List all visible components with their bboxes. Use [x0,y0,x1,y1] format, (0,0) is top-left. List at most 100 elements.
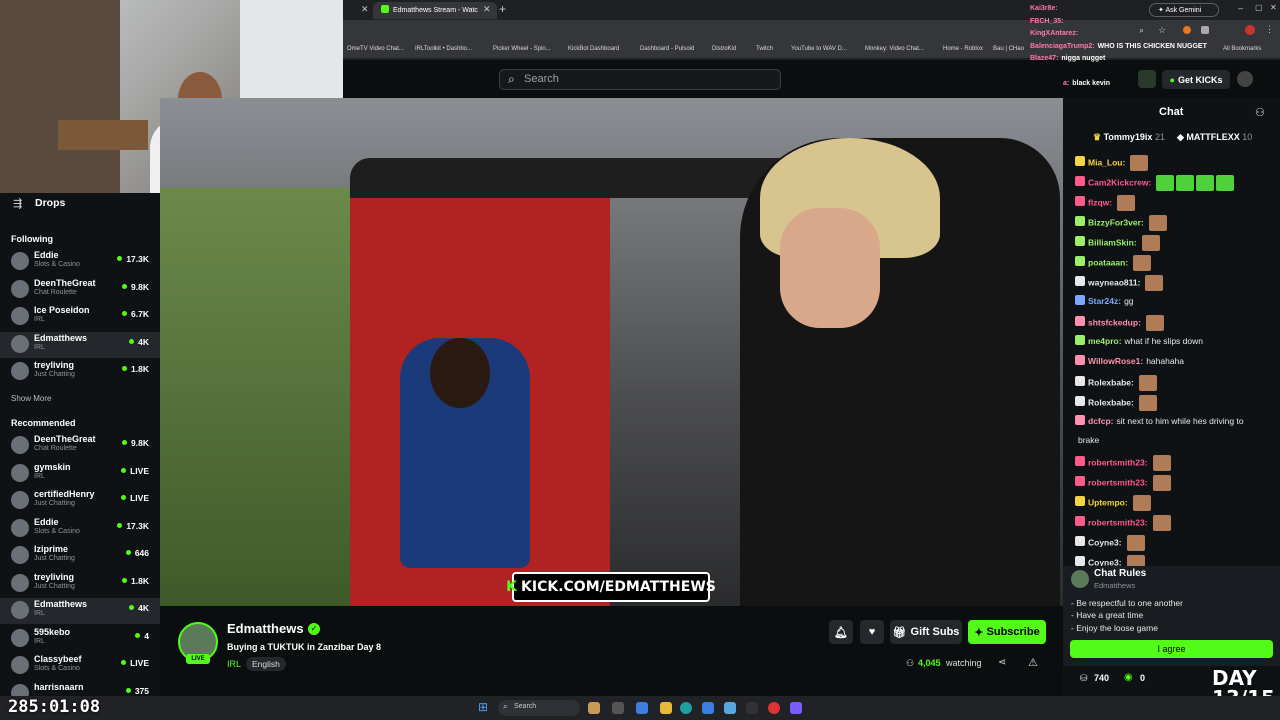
chat-username[interactable]: Star24z: [1088,296,1121,306]
get-kicks-button[interactable]: ● Get KICKs [1162,70,1230,89]
tab-close-icon[interactable]: ✕ [483,4,491,15]
language-tag[interactable]: English [246,657,286,671]
bookmark-item[interactable]: Home - Roblox [943,46,983,52]
chat-username[interactable]: Rolexbabe: [1088,377,1134,387]
minimize-icon[interactable]: – [1238,3,1243,13]
chat-username[interactable]: flzqw: [1088,197,1112,207]
user-avatar[interactable] [1237,71,1253,87]
channel-item-edmatthews[interactable]: Edmatthews IRL 4K [0,331,160,358]
chat-username[interactable]: BizzyFor3ver: [1088,217,1144,227]
taskbar-search[interactable]: ⌕ Search [498,700,580,716]
channel-item-classybeef[interactable]: Classybeef Slots & Casino LIVE [0,653,160,679]
taskbar-app-icon[interactable] [588,702,600,714]
channel-name: Edmatthews [34,599,88,609]
channel-avatar [11,279,29,298]
subscribe-button[interactable]: ✦ Subscribe [968,620,1046,644]
bookmark-item[interactable]: IRLToolkit • Dashbo... [415,46,472,52]
follow-heart-icon[interactable]: ♥ [860,620,884,644]
maximize-icon[interactable]: ▢ [1255,3,1263,12]
drops-link[interactable]: Drops [35,197,65,209]
bookmark-item[interactable]: OmeTV Video Chat... [347,46,404,52]
chat-text: what if he slips down [1124,336,1203,346]
channel-item-595kebo[interactable]: 595kebo IRL 4 [0,626,160,652]
report-icon[interactable]: ⚠ [1028,656,1038,669]
taskbar-app-icon[interactable] [636,702,648,714]
overlay-chat-user: BalenciagaTrump2: [1030,42,1095,50]
channel-points[interactable]: 740 [1094,673,1109,683]
window-close-icon[interactable]: ✕ [1270,3,1277,12]
chat-username[interactable]: robertsmith23: [1088,517,1148,527]
channel-item-iziprime[interactable]: Iziprime Just Chatting 646 [0,543,160,569]
search-input[interactable]: ⌕ Search [499,69,781,90]
chat-username[interactable]: BilliamSkin: [1088,237,1137,247]
channel-item-treyliving[interactable]: treyliving Just Chatting 1.8K [0,571,160,597]
taskbar-app-icon[interactable] [768,702,780,714]
gift-subs-button[interactable]: 🎁︎ Gift Subs [890,620,962,644]
channel-item-eddie[interactable]: Eddie Slots & Casino 17.3K [0,249,160,275]
channel-avatar [11,546,29,564]
chat-username[interactable]: Mia_Lou: [1088,157,1125,167]
bookmark-item[interactable]: Monkey: Video Chat... [865,46,924,52]
pinned-gifter-2[interactable]: ◆ MATTFLEXX 10 [1177,132,1252,143]
chat-username[interactable]: Coyne3: [1088,537,1122,547]
chat-username[interactable]: robertsmith23: [1088,477,1148,487]
chat-message: Uptempo: [1075,495,1151,511]
taskbar-app-icon[interactable] [702,702,714,714]
bookmark-item[interactable]: KickBot Dashboard [568,46,619,52]
taskbar-app-icon[interactable] [680,702,692,714]
bookmark-item[interactable]: Dashboard - Pulsoid [640,46,694,52]
chat-message: WillowRose1: hahahaha [1075,355,1184,366]
channel-item-edmatthews[interactable]: Edmatthews IRL 4K [0,598,160,624]
profile-avatar[interactable] [1245,25,1255,35]
kick-wallet-icon[interactable] [1138,70,1156,88]
new-tab-icon[interactable]: + [499,2,506,16]
channel-item-gymskin[interactable]: gymskin IRL LIVE [0,461,160,487]
chat-username[interactable]: robertsmith23: [1088,457,1148,467]
chat-username[interactable]: Uptempo: [1088,497,1128,507]
chat-username[interactable]: wayneao811: [1088,277,1140,287]
taskbar-app-icon[interactable] [612,702,624,714]
kicks-balance[interactable]: 0 [1140,673,1145,683]
chat-username[interactable]: Cam2Kickcrew: [1088,177,1151,187]
video-player[interactable]: K KICK.COM/EDMATTHEWS [160,98,1063,606]
taskbar-app-icon[interactable] [724,702,736,714]
bookmark-item[interactable]: Bau | CHao [993,46,1024,52]
overlay-chat-line: Kai3r8e: [1030,5,1061,12]
channel-item-treyliving[interactable]: treyliving Just Chatting 1.8K [0,359,160,385]
notification-bell-icon[interactable]: 🔔︎ [829,620,853,644]
overlay-chat-text: WHO IS THIS CHICKEN NUGGET [1097,42,1207,50]
taskbar-app-icon[interactable] [660,702,672,714]
channel-item-certifiedhenry[interactable]: certifiedHenry Just Chatting LIVE [0,488,160,514]
category-tag[interactable]: IRL [227,659,241,669]
tab-kick-stream[interactable]: Edmatthews Stream - Watc [373,2,497,19]
show-more-link[interactable]: Show More [11,394,51,403]
gift-subs-label: Gift Subs [910,626,960,638]
viewer-count: 4,045 [918,658,941,668]
chat-username[interactable]: shtsfckedup: [1088,317,1141,327]
taskbar-app-icon[interactable] [746,702,758,714]
bookmark-item[interactable]: Twitch [756,46,773,52]
taskbar-app-icon[interactable] [790,702,802,714]
streamer-name[interactable]: Edmatthews [227,621,304,636]
chat-username[interactable]: Rolexbabe: [1088,397,1134,407]
overlay-chat-text: nigga nugget [1061,55,1106,62]
bookmark-item[interactable]: YouTube to WAV D... [791,46,847,52]
channel-item-deenthegreat[interactable]: DeenTheGreat Chat Roulette 9.8K [0,277,160,303]
chat-users-icon[interactable]: ⚇ [1255,106,1265,119]
chat-username[interactable]: WillowRose1: [1088,356,1143,366]
emote-icon [1133,255,1152,271]
chat-username[interactable]: poataaan: [1088,257,1128,267]
close-tab-icon[interactable]: ✕ [361,4,369,15]
channel-item-eddie[interactable]: Eddie Slots & Casino 17.3K [0,516,160,542]
pinned-gifter-1[interactable]: ♛ Tommy19ix 21 [1093,132,1165,143]
channel-item-ice poseidon[interactable]: Ice Poseidon IRL 6.7K [0,304,160,330]
chat-username[interactable]: me4pro: [1088,336,1122,346]
bookmark-item[interactable]: DistroKid [712,46,736,52]
agree-button[interactable]: I agree [1070,640,1273,658]
windows-start-icon[interactable]: ⊞ [478,700,488,714]
bookmark-item[interactable]: Picker Wheel - Spin... [493,46,551,52]
channel-item-deenthegreat[interactable]: DeenTheGreat Chat Roulette 9.8K [0,433,160,459]
chat-username[interactable]: dcfcp: [1088,416,1114,426]
browser-menu-icon[interactable]: ⋮ [1265,24,1274,35]
share-icon[interactable]: ⋖ [998,657,1006,668]
